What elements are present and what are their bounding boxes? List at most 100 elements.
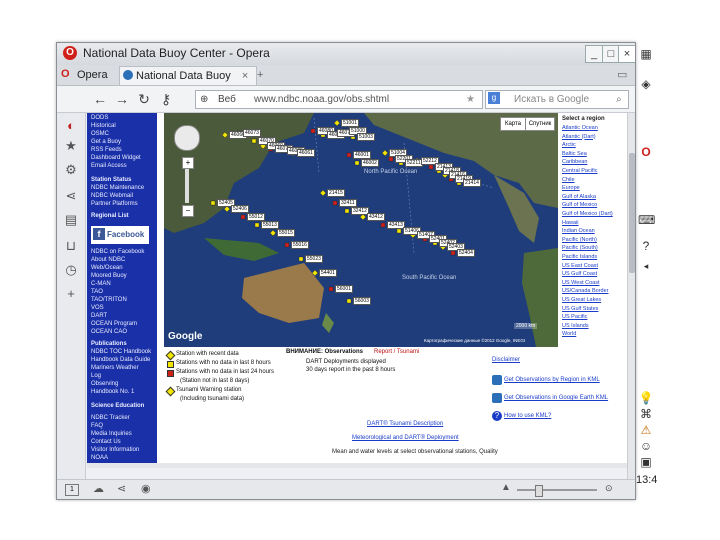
desktop-explorer-icon[interactable]: ◈ (638, 76, 654, 92)
region-link[interactable]: Indian Ocean (562, 228, 595, 234)
station-label[interactable]: 21414 (463, 179, 481, 187)
kml-help-link[interactable]: How to use KML? (504, 413, 551, 419)
region-link[interactable]: Caribbean (562, 159, 587, 165)
history-clock-icon[interactable]: ◷ (62, 261, 80, 279)
zoom-reset-icon[interactable]: ⊙ (605, 483, 613, 494)
nav-link[interactable]: Historical (91, 123, 116, 129)
forward-icon[interactable]: → (113, 90, 131, 108)
water-levels-link[interactable]: Mean and water levels at select observat… (332, 449, 498, 455)
nav-link[interactable]: Web/Ocean (91, 265, 123, 271)
desktop-folder-icon[interactable]: ▣ (638, 454, 654, 470)
region-link[interactable]: Pacific (North) (562, 237, 597, 243)
tab-list-icon[interactable]: ▭ (613, 66, 631, 84)
station-label[interactable]: 46061 (297, 149, 315, 157)
nav-link[interactable]: Handbook No. 1 (91, 389, 134, 395)
nav-link[interactable]: NDBC Webmail (91, 193, 133, 199)
station-label[interactable]: 43412 (367, 213, 385, 221)
desktop-app-icon[interactable]: ▦ (638, 46, 654, 62)
region-link[interactable]: Atlantic (Dart) (562, 134, 596, 140)
desktop-keyboard-icon[interactable]: ⌨ (638, 212, 655, 228)
nav-link[interactable]: Visitor Information (91, 447, 139, 453)
view-icon[interactable]: ▲ (501, 482, 511, 493)
zoom-slider[interactable] (185, 169, 189, 203)
desktop-alert-icon[interactable]: ⚠ (638, 422, 654, 438)
station-label[interactable]: 56001 (335, 285, 353, 293)
reload-icon[interactable]: ↻ (135, 90, 153, 108)
nav-link[interactable]: DODS (91, 115, 108, 121)
dart-description-link[interactable]: DART® Tsunami Description (367, 421, 443, 427)
map-type-satellite-button[interactable]: Спутник (525, 117, 555, 131)
station-label[interactable]: 55016 (291, 241, 309, 249)
back-icon[interactable]: ← (91, 90, 109, 108)
tab-close-icon[interactable]: × (242, 70, 248, 82)
tab-ndbc[interactable]: National Data Buoy × (119, 66, 257, 85)
desktop-help-icon[interactable]: ? (638, 238, 654, 254)
nav-link[interactable]: Media Inquiries (91, 431, 132, 437)
station-label[interactable]: 52404 (457, 249, 475, 257)
zoom-track[interactable] (517, 489, 597, 491)
nav-link[interactable]: Email Access (91, 163, 127, 169)
nav-link[interactable]: TAO/TRITON (91, 297, 127, 303)
search-icon[interactable]: ⌕ (616, 91, 622, 108)
nav-link[interactable]: Get a Buoy (91, 139, 121, 145)
nav-link[interactable]: VOS (91, 305, 104, 311)
nav-link[interactable]: Mariners Weather (91, 365, 139, 371)
desktop-users-icon[interactable]: ☺ (638, 438, 654, 454)
region-link[interactable]: US West Coast (562, 280, 600, 286)
station-label[interactable]: 46073 (243, 129, 261, 137)
nav-link[interactable]: C-MAN (91, 281, 111, 287)
region-link[interactable]: Gulf of Mexico (562, 202, 597, 208)
region-link[interactable]: Arctic (562, 142, 576, 148)
kml-region-link[interactable]: Get Observations by Region in KML (504, 377, 600, 383)
search-box[interactable]: g Искать в Google ⌕ (485, 90, 629, 109)
tab-opera[interactable]: Opera (73, 66, 112, 84)
deployment-link[interactable]: Meteorological and DART® Deployment (352, 435, 459, 441)
new-tab-button[interactable]: + (253, 66, 267, 84)
speed-dial-icon[interactable]: ◐ (62, 117, 80, 135)
nav-link[interactable]: NDBC Tracker (91, 415, 130, 421)
nav-link[interactable]: Observing (91, 381, 118, 387)
address-bar[interactable]: ⊕ Веб www.ndbc.noaa.gov/obs.shtml ★ (195, 90, 483, 109)
region-link[interactable]: Hawaii (562, 220, 579, 226)
page-vscrollbar[interactable] (627, 113, 635, 479)
region-link[interactable]: World (562, 331, 576, 337)
nav-link[interactable]: Partner Platforms (91, 201, 138, 207)
station-label[interactable]: 32411 (339, 199, 357, 207)
map-type-map-button[interactable]: Карта (500, 117, 526, 131)
station-label[interactable]: 55015 (277, 229, 295, 237)
station-label[interactable]: 21415 (327, 189, 345, 197)
nav-link[interactable]: Contact Us (91, 439, 121, 445)
station-label[interactable]: 55013 (261, 221, 279, 229)
zoom-slider-thumb[interactable] (535, 485, 543, 497)
nav-link[interactable]: Dashboard Widget (91, 155, 141, 161)
nav-link[interactable]: Handbook Data Guide (91, 357, 150, 363)
region-link[interactable]: Europe (562, 185, 580, 191)
nav-link[interactable]: Moored Buoy (91, 273, 127, 279)
region-link[interactable]: US Gulf Coast (562, 271, 597, 277)
nav-section-title[interactable]: Science Education (91, 403, 144, 409)
region-link[interactable]: Baltic Sea (562, 151, 587, 157)
region-link[interactable]: US Islands (562, 323, 589, 329)
key-icon[interactable]: ⚷ (157, 90, 175, 108)
minimize-button[interactable]: _ (585, 45, 603, 63)
settings-gear-icon[interactable]: ⚙ (62, 161, 80, 179)
cloud-icon[interactable]: ☁ (93, 482, 104, 495)
add-panel-icon[interactable]: + (62, 285, 80, 303)
opera-icon[interactable]: O (638, 144, 654, 160)
nav-link[interactable]: FAQ (91, 423, 103, 429)
kml-earth-link[interactable]: Get Observations in Google Earth KML (504, 395, 608, 401)
nav-link[interactable]: About NDBC (91, 257, 125, 263)
region-link[interactable]: US Gulf States (562, 306, 598, 312)
station-map[interactable]: 4606646073460704606046078460354606146080… (164, 113, 558, 347)
region-link[interactable]: Atlantic Ocean (562, 125, 598, 131)
region-link[interactable]: US/Canada Border (562, 288, 608, 294)
desktop-arrow-icon[interactable]: ◂ (638, 258, 654, 274)
close-button[interactable]: × (618, 45, 635, 63)
bookmarks-star-icon[interactable]: ★ (62, 137, 80, 155)
region-link[interactable]: Gulf of Mexico (Dart) (562, 211, 613, 217)
region-link[interactable]: Chile (562, 177, 575, 183)
page-hscrollbar[interactable] (87, 463, 627, 468)
zoom-in-button[interactable]: + (182, 157, 194, 169)
station-label[interactable]: 52211 (405, 159, 423, 167)
station-label[interactable]: 56003 (353, 297, 371, 305)
